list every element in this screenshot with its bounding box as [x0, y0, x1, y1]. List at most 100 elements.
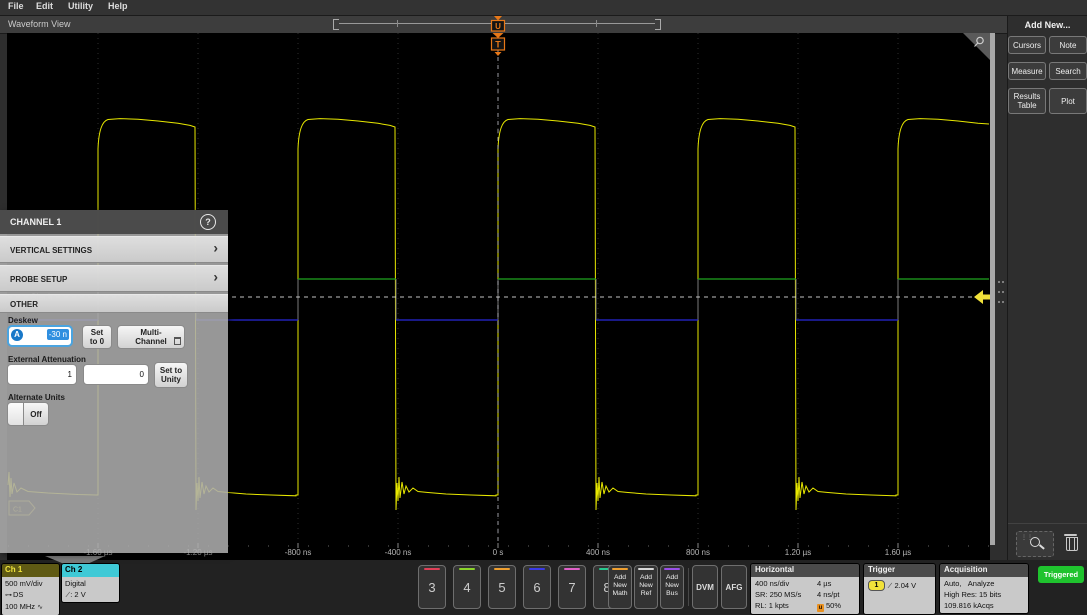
- expand-icon: [174, 337, 181, 345]
- channel-1-panel: CHANNEL 1 ? VERTICAL SETTINGS › PROBE SE…: [0, 210, 228, 553]
- h-resolution: 4 ns/pt: [817, 589, 840, 600]
- add-new-bus-button[interactable]: Add New Bus: [660, 565, 684, 609]
- time-tick-label: 800 ns: [668, 548, 728, 557]
- ch2-mode: Digital: [65, 578, 117, 589]
- menu-edit[interactable]: Edit: [36, 1, 53, 11]
- afg-button[interactable]: AFG: [721, 565, 747, 609]
- menu-file[interactable]: File: [8, 1, 24, 11]
- minimap-marker-letter: U: [495, 22, 501, 31]
- alternate-units-state[interactable]: Off: [23, 402, 49, 426]
- h-samplerate: SR: 250 MS/s: [755, 589, 817, 600]
- section-label: VERTICAL SETTINGS: [10, 246, 92, 255]
- add-new-note-button[interactable]: Note: [1049, 36, 1087, 54]
- channel-number: 6: [524, 580, 550, 595]
- ch1-scale: 500 mV/div: [5, 578, 57, 589]
- add-new-math-button[interactable]: Add New Math: [608, 565, 632, 609]
- trigger-flag-arrow[interactable]: [493, 33, 504, 38]
- trigger-flag-letter: T: [495, 40, 501, 50]
- add-new-heading: Add New...: [1008, 20, 1087, 30]
- acq-resolution: High Res: 15 bits: [944, 589, 1024, 600]
- sidebar-separator: [1008, 523, 1087, 524]
- channel-color-bar: [459, 568, 475, 570]
- trigger-flag-tail: [495, 52, 502, 56]
- separator: [688, 568, 689, 606]
- channel-panel-title: CHANNEL 1 ?: [0, 210, 228, 234]
- channel-panel-title-text: CHANNEL 1: [10, 217, 61, 227]
- zoom-mode-button[interactable]: ⋮⋮: [1016, 531, 1054, 557]
- h-position: 50%: [826, 601, 841, 610]
- channel-6-button[interactable]: 6: [523, 565, 551, 609]
- channel-number: 3: [419, 580, 445, 595]
- channel-3-button[interactable]: 3: [418, 565, 446, 609]
- section-label: PROBE SETUP: [10, 275, 67, 284]
- channel-2-badge-header: Ch 2: [62, 564, 119, 577]
- attenuation-input-1[interactable]: [7, 364, 77, 385]
- attenuation-input-2[interactable]: [83, 364, 149, 385]
- time-tick-label: 0 s: [468, 548, 528, 557]
- menu-utility[interactable]: Utility: [68, 1, 93, 11]
- add-new-results-table-button[interactable]: Results Table: [1008, 88, 1046, 114]
- trash-icon[interactable]: [1063, 532, 1079, 552]
- add-new-plot-button[interactable]: Plot: [1049, 88, 1087, 114]
- add-new-sidebar: Add New... CursorsNoteMeasureSearchResul…: [1007, 15, 1087, 560]
- channel-4-button[interactable]: 4: [453, 565, 481, 609]
- button-label: Add New Ref: [635, 574, 657, 598]
- channel-2-badge[interactable]: Ch 2 Digital ∕: 2 V: [62, 564, 119, 602]
- vertical-scrollbar[interactable]: [990, 33, 995, 545]
- panel-resize-grip[interactable]: [998, 281, 1005, 303]
- channel-5-button[interactable]: 5: [488, 565, 516, 609]
- section-vertical-settings[interactable]: VERTICAL SETTINGS ›: [0, 236, 228, 263]
- color-bar: [664, 568, 680, 570]
- help-icon[interactable]: ?: [200, 214, 216, 230]
- color-bar: [638, 568, 654, 570]
- trigger-level-arrow[interactable]: [974, 290, 983, 304]
- horizontal-title: Horizontal: [751, 564, 859, 577]
- bottom-bar: Ch 1 500 mV/div ⊶DS 100 MHz ∿ Ch 2 Digit…: [0, 560, 1087, 614]
- add-new-measure-button[interactable]: Measure: [1008, 62, 1046, 80]
- minimap-trigger-marker-arrow[interactable]: [494, 16, 502, 21]
- menu-help[interactable]: Help: [108, 1, 128, 11]
- time-tick-label: -800 ns: [268, 548, 328, 557]
- button-label: Add New Math: [609, 574, 631, 598]
- trigger-level: 2.04 V: [894, 581, 916, 590]
- dvm-button[interactable]: DVM: [692, 565, 718, 609]
- acq-count: 109.816 kAcqs: [944, 600, 1024, 611]
- section-probe-setup[interactable]: PROBE SETUP ›: [0, 265, 228, 292]
- acq-analyze: Analyze: [968, 579, 995, 588]
- channel-color-bar: [529, 568, 545, 570]
- ch1-coupling: DS: [13, 590, 23, 599]
- channel-color-bar: [564, 568, 580, 570]
- h-scale: 400 ns/div: [755, 578, 817, 589]
- acq-mode: Auto,: [944, 579, 962, 588]
- add-new-ref-button[interactable]: Add New Ref: [634, 565, 658, 609]
- channel-number: 7: [559, 580, 585, 595]
- button-label: Add New Bus: [661, 574, 683, 598]
- acquisition-badge[interactable]: Acquisition Auto, Analyze High Res: 15 b…: [940, 564, 1028, 613]
- channel-7-button[interactable]: 7: [558, 565, 586, 609]
- chevron-right-icon: ›: [213, 263, 218, 290]
- set-to-unity-button[interactable]: Set to Unity: [154, 362, 188, 388]
- channel-1-badge-header: Ch 1: [2, 564, 59, 577]
- channel-color-bar: [494, 568, 510, 570]
- trigger-title: Trigger: [864, 564, 935, 577]
- channel-number: 5: [489, 580, 515, 595]
- zoom-corner-fold[interactable]: [963, 33, 990, 60]
- horizontal-badge[interactable]: Horizontal 400 ns/div4 µs SR: 250 MS/s4 …: [751, 564, 859, 614]
- add-new-cursors-button[interactable]: Cursors: [1008, 36, 1046, 54]
- multi-channel-button[interactable]: Multi- Channel: [117, 325, 185, 349]
- ch2-threshold: : 2 V: [70, 590, 85, 599]
- add-new-search-button[interactable]: Search: [1049, 62, 1087, 80]
- trigger-badge[interactable]: Trigger 1 ∕ 2.04 V: [864, 564, 935, 614]
- time-tick-label: 400 ns: [568, 548, 628, 557]
- channel-color-bar: [424, 568, 440, 570]
- deskew-value: -30 n: [47, 329, 69, 340]
- deskew-input[interactable]: A -30 n: [7, 325, 73, 347]
- time-tick-label: 1.60 µs: [868, 548, 928, 557]
- triggered-status-badge: Triggered: [1038, 566, 1084, 583]
- add-new-button-grid: CursorsNoteMeasureSearchResults TablePlo…: [1008, 36, 1087, 114]
- channel-1-badge[interactable]: Ch 1 500 mV/div ⊶DS 100 MHz ∿: [2, 564, 59, 615]
- set-to-zero-button[interactable]: Set to 0: [82, 325, 112, 349]
- section-other[interactable]: OTHER: [0, 294, 228, 313]
- trash-body: [1066, 537, 1078, 551]
- ch1-bandwidth: 100 MHz: [5, 602, 35, 611]
